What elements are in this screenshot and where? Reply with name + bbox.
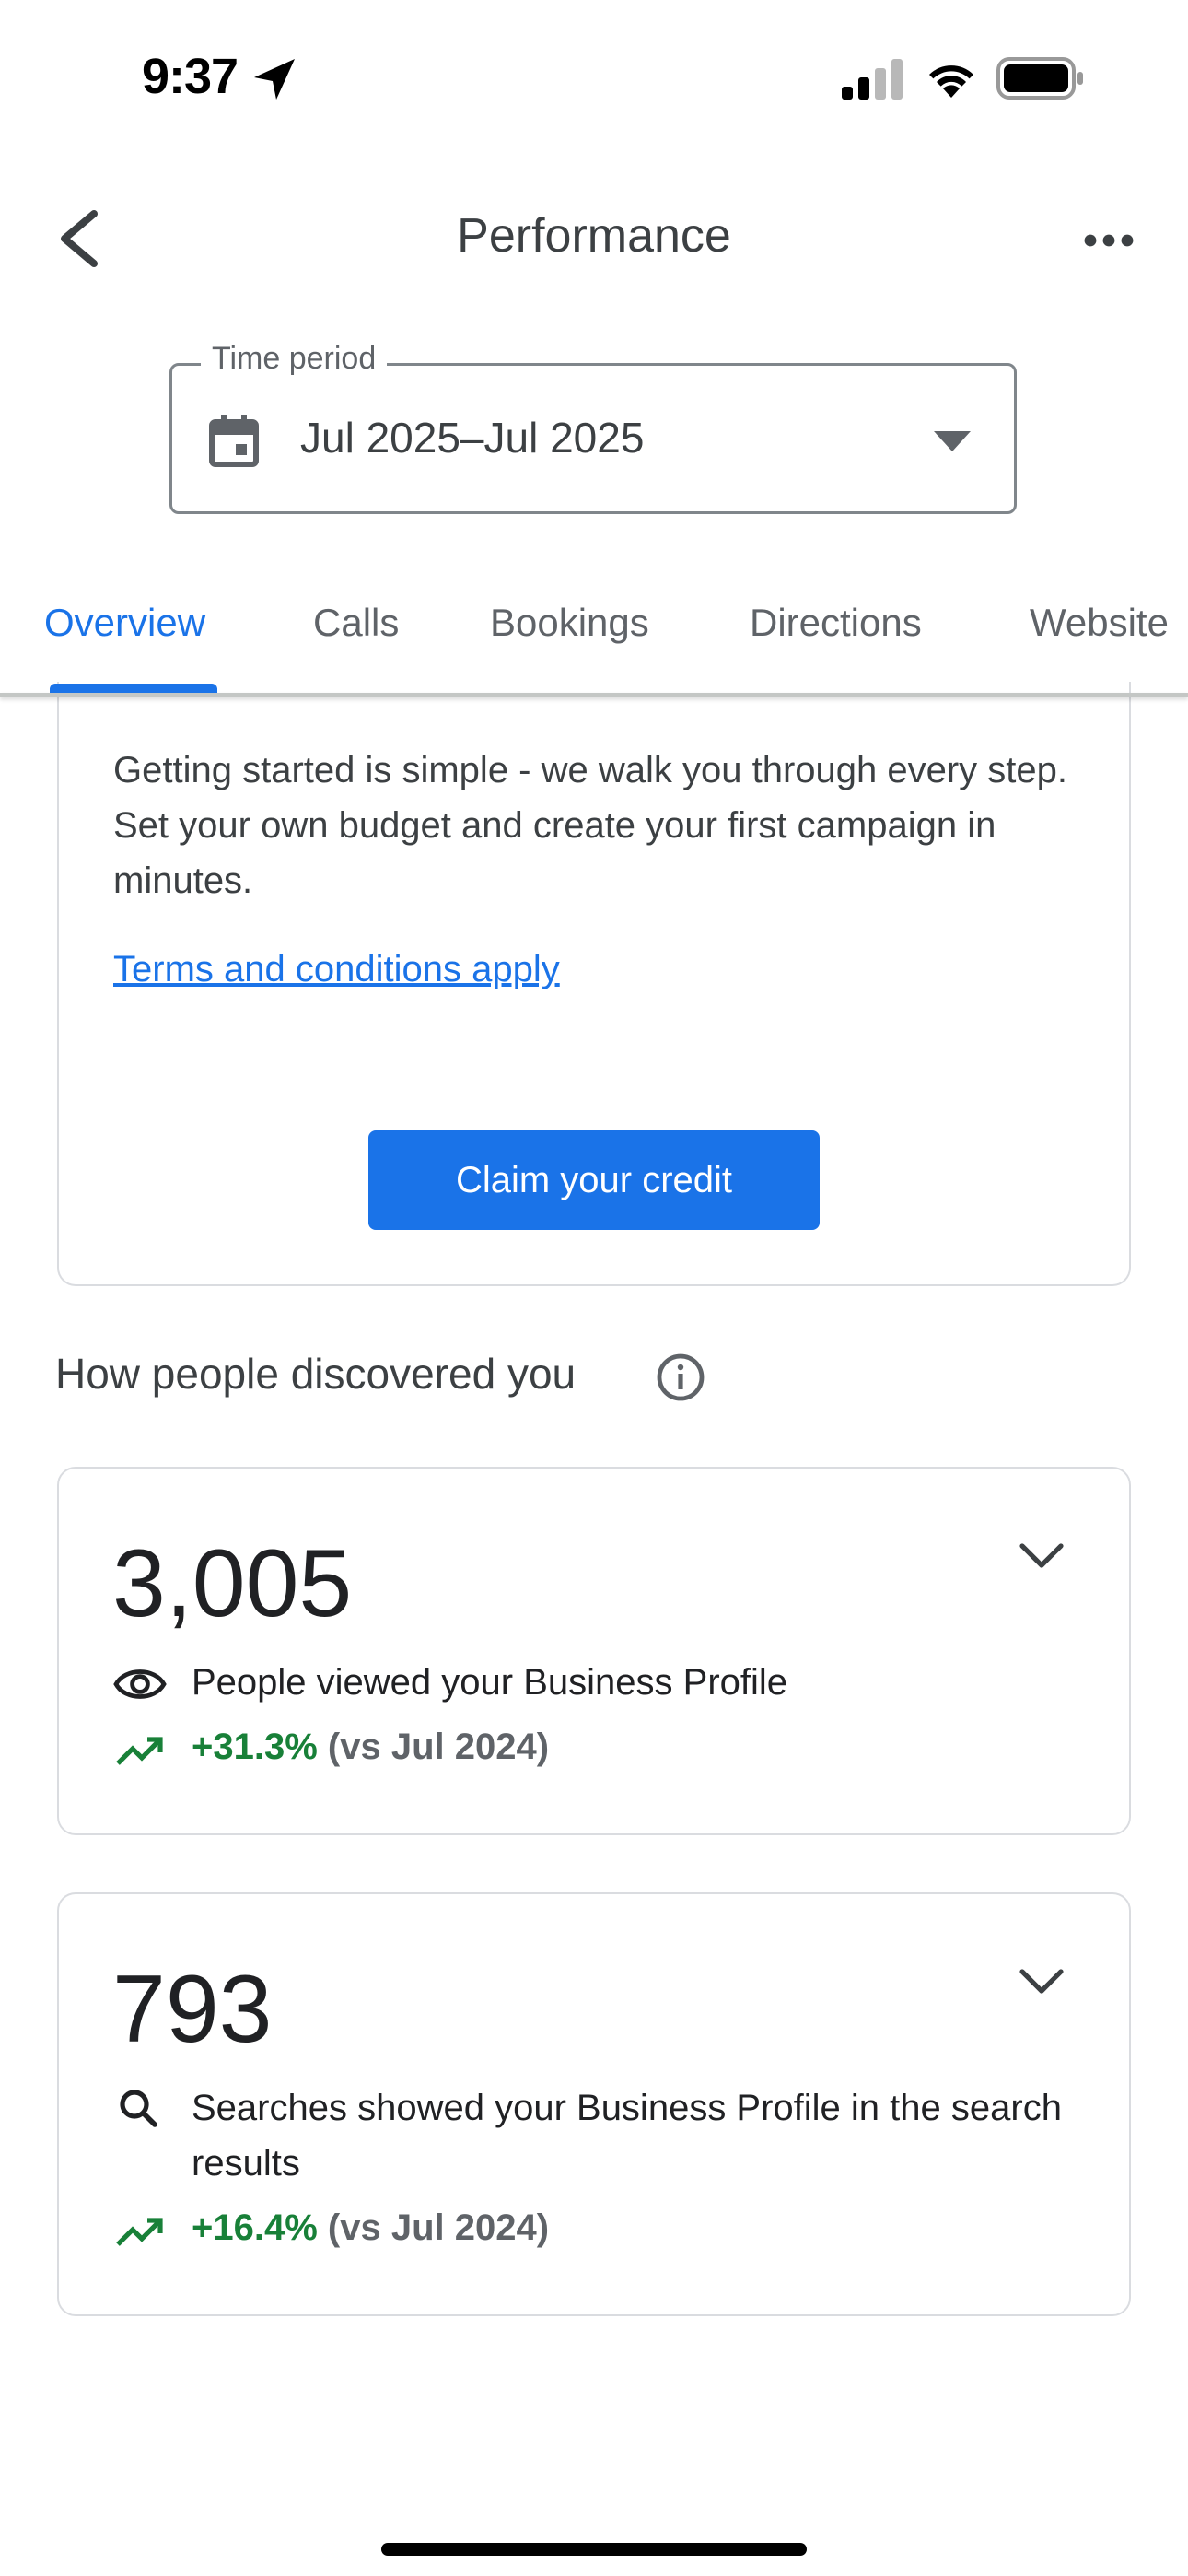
claim-credit-button[interactable]: Claim your credit — [368, 1130, 820, 1230]
cellular-signal-icon — [842, 59, 903, 100]
metric-change: +16.4% — [192, 2207, 318, 2248]
terms-link[interactable]: Terms and conditions apply — [113, 949, 560, 990]
tab-website[interactable]: Website — [1030, 601, 1169, 645]
metric-value: 793 — [112, 1956, 273, 2063]
metric-change-row: +31.3% (vs Jul 2024) — [192, 1727, 549, 1768]
metric-comparison: (vs Jul 2024) — [327, 2207, 550, 2248]
metric-description: Searches showed your Business Profile in… — [192, 2088, 1062, 2184]
metric-card-profile-views[interactable] — [57, 1467, 1131, 1835]
dropdown-arrow-icon — [934, 431, 971, 451]
tab-directions[interactable]: Directions — [750, 601, 922, 645]
trending-up-icon — [116, 2218, 163, 2246]
metric-comparison: (vs Jul 2024) — [327, 1727, 550, 1767]
chevron-down-icon[interactable] — [1019, 1968, 1065, 1996]
trending-up-icon — [116, 1737, 163, 1765]
metric-change-row: +16.4% (vs Jul 2024) — [192, 2207, 549, 2249]
tab-overview[interactable]: Overview — [44, 601, 205, 645]
metric-description: People viewed your Business Profile — [192, 1662, 788, 1703]
search-icon — [120, 2090, 157, 2127]
battery-icon — [996, 57, 1083, 100]
section-title: How people discovered you — [55, 1350, 577, 1398]
calendar-icon — [209, 415, 259, 467]
metric-change: +31.3% — [192, 1727, 318, 1767]
status-time: 9:37 — [142, 49, 239, 104]
metric-value: 3,005 — [112, 1530, 353, 1637]
tab-bookings[interactable]: Bookings — [490, 601, 649, 645]
page-title: Performance — [457, 209, 731, 263]
tab-bar: Overview Calls Bookings Directions Websi… — [0, 590, 1188, 695]
time-period-value: Jul 2025–Jul 2025 — [300, 414, 645, 462]
tab-calls[interactable]: Calls — [313, 601, 399, 645]
eye-icon — [113, 1669, 167, 1699]
wifi-icon — [929, 65, 973, 98]
active-tab-indicator — [50, 684, 217, 693]
home-indicator[interactable] — [381, 2543, 807, 2556]
time-period-label: Time period — [201, 341, 388, 377]
ad-credit-description: Getting started is simple - we walk you … — [113, 750, 1068, 901]
more-options-icon[interactable] — [1083, 228, 1135, 252]
location-arrow-icon — [254, 59, 295, 100]
info-icon[interactable] — [656, 1352, 705, 1402]
tab-bar-divider — [0, 693, 1188, 697]
chevron-down-icon[interactable] — [1019, 1542, 1065, 1570]
